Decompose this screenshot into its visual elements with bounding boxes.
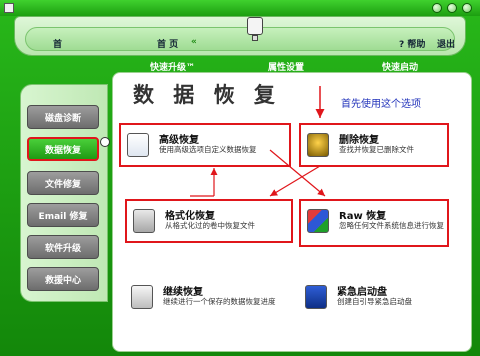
card-desc: 忽略任何文件系统信息进行恢复 — [339, 221, 444, 230]
sidebar-connector-icon — [100, 137, 110, 147]
app-window: 首 首 页 « ? 帮助 退出 快速升级™ 属性设置 快速启动 磁盘诊断 数据恢… — [0, 0, 480, 356]
resume-icon — [131, 285, 153, 309]
sidebar-item-rescue-center[interactable]: 救援中心 — [27, 267, 99, 291]
format-recovery-card[interactable]: 格式化恢复 从格式化过的卷中恢复文件 — [125, 199, 293, 243]
robot-neck — [252, 35, 258, 41]
main-panel: 数 据 恢 复 首先使用这个选项 高级恢复 使用高级选项自定义数据恢复 删除恢复… — [112, 72, 472, 352]
maximize-button[interactable] — [447, 3, 457, 13]
advanced-recovery-card[interactable]: 高级恢复 使用高级选项自定义数据恢复 — [119, 123, 291, 167]
card-title: 格式化恢复 — [165, 211, 215, 222]
card-title: 高级恢复 — [159, 135, 199, 146]
robot-mascot — [239, 13, 273, 43]
back-arrows-icon: « — [191, 37, 197, 47]
format-icon — [133, 209, 155, 233]
card-desc: 查找并恢复已删除文件 — [339, 145, 414, 154]
close-button[interactable] — [462, 3, 472, 13]
card-title: Raw 恢复 — [339, 211, 387, 222]
home-label[interactable]: 首 — [53, 37, 62, 50]
resume-recovery-card[interactable]: 继续恢复 继续进行一个保存的数据恢复进度 — [125, 277, 293, 321]
card-title: 紧急启动盘 — [337, 287, 387, 298]
sidebar-item-email-repair[interactable]: Email 修复 — [27, 203, 99, 227]
robot-head — [247, 17, 263, 35]
page-title: 数 据 恢 复 — [133, 83, 281, 107]
trash-icon — [307, 133, 329, 157]
floppy-icon — [305, 285, 327, 309]
sidebar-item-software-upgrade[interactable]: 软件升级 — [27, 235, 99, 259]
home-tab[interactable]: 首 页 — [157, 37, 178, 50]
doc-icon — [127, 133, 149, 157]
sidebar-item-data-recovery[interactable]: 数据恢复 — [27, 137, 99, 161]
card-desc: 继续进行一个保存的数据恢复进度 — [163, 297, 276, 306]
app-icon — [4, 3, 14, 13]
card-desc: 从格式化过的卷中恢复文件 — [165, 221, 255, 230]
minimize-button[interactable] — [432, 3, 442, 13]
card-title: 删除恢复 — [339, 135, 379, 146]
help-button[interactable]: ? 帮助 — [399, 37, 425, 50]
card-title: 继续恢复 — [163, 287, 203, 298]
annotation-note: 首先使用这个选项 — [341, 99, 421, 110]
sidebar-item-disk-diagnosis[interactable]: 磁盘诊断 — [27, 105, 99, 129]
raw-icon — [307, 209, 329, 233]
exit-button[interactable]: 退出 — [437, 37, 455, 50]
sidebar-item-file-repair[interactable]: 文件修复 — [27, 171, 99, 195]
sidebar: 磁盘诊断 数据恢复 文件修复 Email 修复 软件升级 救援中心 — [20, 84, 108, 302]
deleted-recovery-card[interactable]: 删除恢复 查找并恢复已删除文件 — [299, 123, 449, 167]
card-desc: 创建自引导紧急启动盘 — [337, 297, 412, 306]
raw-recovery-card[interactable]: Raw 恢复 忽略任何文件系统信息进行恢复 — [299, 199, 449, 247]
emergency-boot-card[interactable]: 紧急启动盘 创建自引导紧急启动盘 — [299, 277, 449, 321]
header-band: 首 首 页 « ? 帮助 退出 — [14, 16, 466, 56]
card-desc: 使用高级选项自定义数据恢复 — [159, 145, 257, 154]
